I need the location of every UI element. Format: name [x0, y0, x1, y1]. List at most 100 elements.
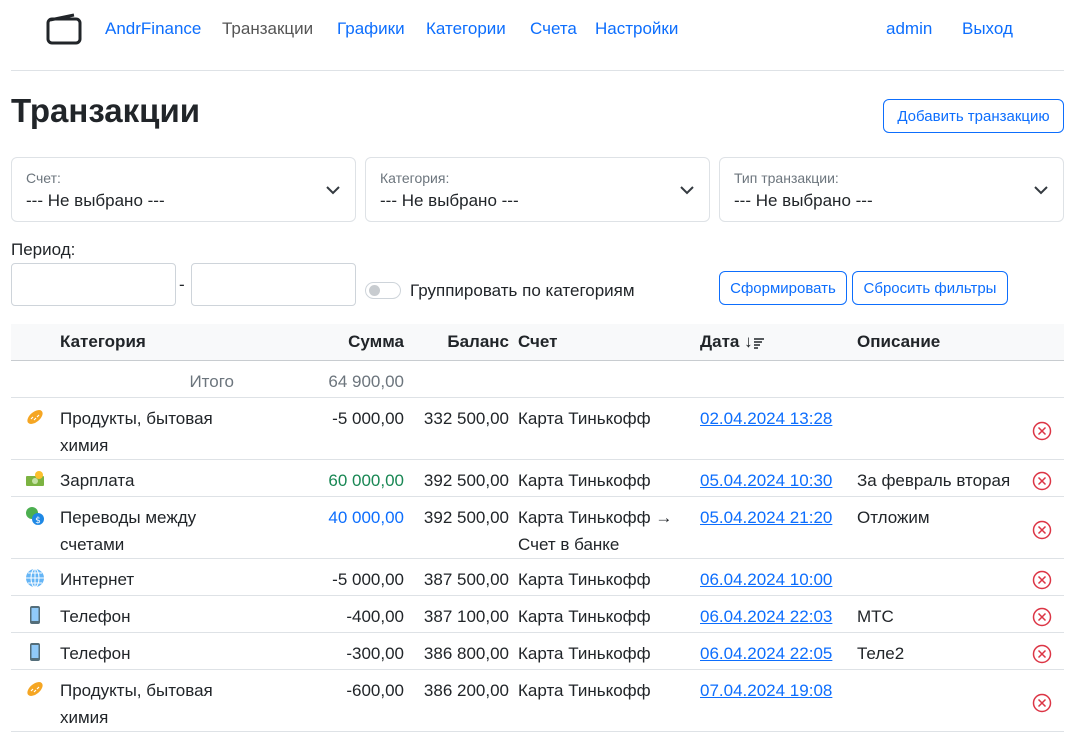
apply-filters-button[interactable]: Сформировать [719, 271, 847, 305]
delete-icon[interactable] [1032, 607, 1052, 632]
row-category: Переводы между счетами [60, 496, 260, 559]
user-link[interactable]: admin [886, 19, 932, 39]
row-balance: 386 800,00 [404, 632, 509, 670]
category-select[interactable]: Категория: --- Не выбрано --- [365, 157, 710, 222]
account-select-label: Счет: [26, 170, 61, 186]
row-date-link[interactable]: 07.04.2024 19:08 [700, 681, 832, 700]
chevron-down-icon [326, 186, 340, 195]
add-transaction-button[interactable]: Добавить транзакцию [883, 99, 1064, 133]
phone-icon [25, 642, 45, 662]
row-account: Карта Тинькофф [518, 669, 700, 732]
period-separator: - [179, 275, 185, 294]
table-row[interactable]: Зарплата 60 000,00 392 500,00 Карта Тинькоф… [11, 459, 1064, 497]
table-header-row: Категория Сумма Баланс Счет Дата ↓ Описа… [11, 324, 1064, 361]
row-icon-cell [11, 459, 60, 497]
transaction-type-select[interactable]: Тип транзакции: --- Не выбрано --- [719, 157, 1064, 222]
row-date-link[interactable]: 02.04.2024 13:28 [700, 409, 832, 428]
group-by-category-toggle[interactable] [365, 282, 401, 299]
navbar: AndrFinance Транзакции Графики Категории… [11, 0, 1064, 71]
period-label: Период: [11, 240, 76, 259]
row-amount: -5 000,00 [260, 397, 404, 460]
table-row[interactable]: Телефон -300,00 386 800,00 Карта Тинькофф 06… [11, 632, 1064, 670]
row-amount: -5 000,00 [260, 558, 404, 596]
chevron-down-icon [1034, 186, 1048, 195]
table-row[interactable]: Интернет -5 000,00 387 500,00 Карта Тинькоф… [11, 558, 1064, 596]
row-date[interactable]: 06.04.2024 22:03 [700, 595, 857, 633]
table-row[interactable]: $ Переводы между счетами 40 000,00 392 500,… [11, 496, 1064, 559]
row-date-link[interactable]: 06.04.2024 22:05 [700, 644, 832, 663]
period-end-input[interactable] [191, 263, 356, 306]
row-actions [1032, 632, 1064, 670]
row-icon-cell [11, 669, 60, 732]
row-icon-cell [11, 397, 60, 460]
table-row[interactable]: Продукты, бытовая химия -600,00 386 200,00… [11, 669, 1064, 732]
row-description: МТС [857, 595, 1032, 633]
row-date[interactable]: 06.04.2024 22:05 [700, 632, 857, 670]
group-by-category-label[interactable]: Группировать по категориям [410, 281, 635, 301]
svg-text:$: $ [35, 516, 41, 526]
row-balance: 386 200,00 [404, 669, 509, 732]
row-date[interactable]: 05.04.2024 21:20 [700, 496, 857, 559]
transaction-type-select-value: --- Не выбрано --- [734, 191, 873, 210]
row-balance: 392 500,00 [404, 459, 509, 497]
header-date-label: Дата ↓ [700, 332, 753, 351]
logout-link[interactable]: Выход [962, 19, 1013, 39]
row-description [857, 397, 1032, 460]
reset-filters-button[interactable]: Сбросить фильтры [852, 271, 1008, 305]
table-row[interactable]: Телефон -400,00 387 100,00 Карта Тинькофф 06… [11, 595, 1064, 633]
delete-icon[interactable] [1032, 520, 1052, 545]
brand-link[interactable]: AndrFinance [105, 19, 201, 39]
row-balance: 387 100,00 [404, 595, 509, 633]
header-date[interactable]: Дата ↓ [700, 324, 857, 361]
nav-transactions[interactable]: Транзакции [222, 19, 313, 39]
table-row[interactable]: Продукты, бытовая химия -5 000,00 332 500,… [11, 397, 1064, 460]
row-date-link[interactable]: 06.04.2024 22:03 [700, 607, 832, 626]
row-category: Телефон [60, 595, 260, 633]
header-balance[interactable]: Баланс [404, 324, 509, 361]
exchange-icon: $ [25, 506, 45, 526]
total-label: Итого [60, 360, 260, 398]
bread-icon [25, 679, 45, 699]
header-amount[interactable]: Сумма [260, 324, 404, 361]
header-actions [1032, 324, 1064, 361]
delete-icon[interactable] [1032, 421, 1052, 446]
page-title: Транзакции [11, 92, 201, 129]
row-icon-cell [11, 632, 60, 670]
header-description[interactable]: Описание [857, 324, 1032, 361]
delete-icon[interactable] [1032, 570, 1052, 595]
delete-icon[interactable] [1032, 693, 1052, 718]
nav-settings[interactable]: Настройки [595, 19, 678, 39]
header-account[interactable]: Счет [518, 324, 700, 361]
row-icon-cell [11, 595, 60, 633]
row-amount: -300,00 [260, 632, 404, 670]
transactions-table: Категория Сумма Баланс Счет Дата ↓ Описа… [11, 324, 1064, 732]
header-category[interactable]: Категория [60, 324, 260, 361]
nav-accounts[interactable]: Счета [530, 19, 577, 39]
row-icon-cell [11, 558, 60, 596]
row-description: За февраль вторая [857, 459, 1032, 497]
row-date[interactable]: 02.04.2024 13:28 [700, 397, 857, 460]
row-category: Телефон [60, 632, 260, 670]
delete-icon[interactable] [1032, 644, 1052, 669]
period-start-input[interactable] [11, 263, 176, 306]
row-date-link[interactable]: 06.04.2024 10:00 [700, 570, 832, 589]
row-date-link[interactable]: 05.04.2024 10:30 [700, 471, 832, 490]
category-select-value: --- Не выбрано --- [380, 191, 519, 210]
delete-icon[interactable] [1032, 471, 1052, 496]
row-actions [1032, 459, 1064, 497]
wallet-icon[interactable] [46, 13, 82, 45]
globe-icon [25, 568, 45, 588]
row-account: Карта Тинькофф [518, 558, 700, 596]
row-date-link[interactable]: 05.04.2024 21:20 [700, 508, 832, 527]
row-account: Карта Тинькофф [518, 459, 700, 497]
row-date[interactable]: 06.04.2024 10:00 [700, 558, 857, 596]
row-amount: -400,00 [260, 595, 404, 633]
nav-categories[interactable]: Категории [426, 19, 506, 39]
bread-icon [25, 407, 45, 427]
total-row: Итого 64 900,00 [11, 360, 1064, 398]
nav-charts[interactable]: Графики [337, 19, 405, 39]
row-date[interactable]: 05.04.2024 10:30 [700, 459, 857, 497]
row-description: Отложим [857, 496, 1032, 559]
account-select[interactable]: Счет: --- Не выбрано --- [11, 157, 356, 222]
row-date[interactable]: 07.04.2024 19:08 [700, 669, 857, 732]
